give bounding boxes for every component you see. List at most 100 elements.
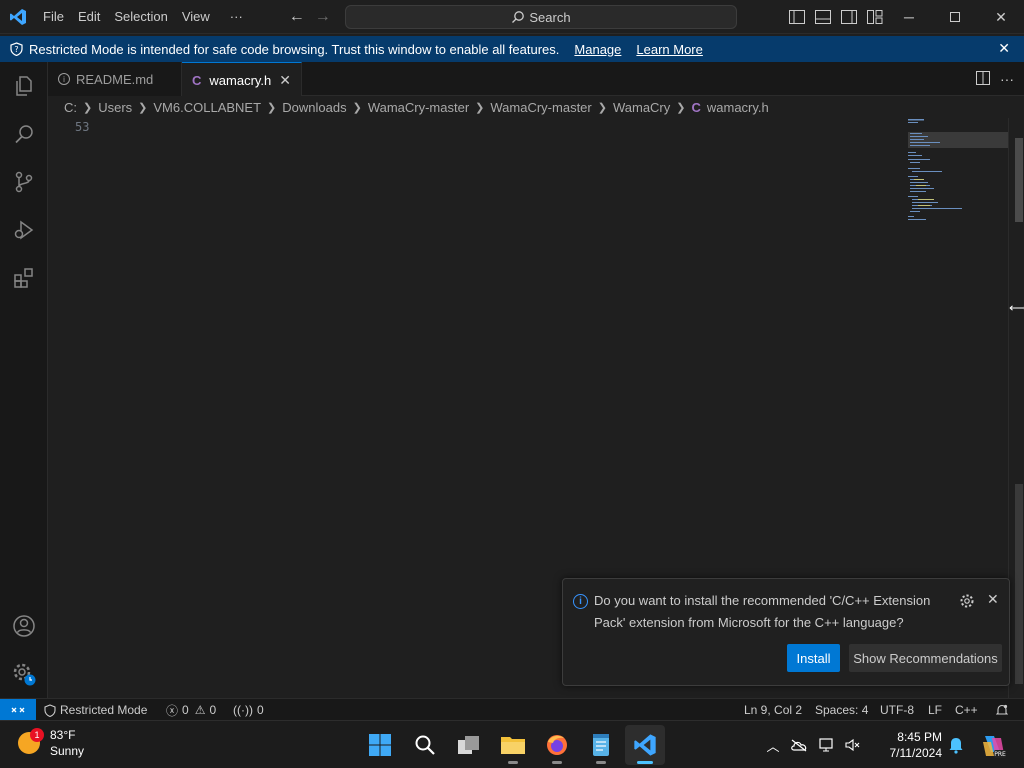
volume-muted-icon[interactable] — [840, 738, 866, 752]
language-mode-status[interactable]: C++ — [955, 699, 978, 721]
broadcast-icon: ((·)) — [233, 703, 253, 717]
taskbar-search-icon[interactable] — [405, 725, 445, 765]
info-icon: i — [573, 594, 588, 609]
minimap[interactable] — [908, 118, 1010, 228]
tab-close-icon[interactable]: ✕ — [279, 72, 291, 89]
system-tray: ︿ — [762, 721, 866, 768]
tab-wamacry-h[interactable]: C wamacry.h ✕ — [182, 62, 302, 97]
restricted-mode-banner: ? Restricted Mode is intended for safe c… — [0, 36, 1024, 62]
cursor-position-status[interactable]: Ln 9, Col 2 — [744, 699, 802, 721]
taskbar-clock[interactable]: 8:45 PM 7/11/2024 — [884, 729, 943, 761]
notifications-bell-icon[interactable] — [996, 699, 1008, 721]
show-recommendations-button[interactable]: Show Recommendations — [849, 644, 1002, 672]
weather-desc: Sunny — [50, 744, 85, 758]
weather-widget[interactable]: 1 83°F Sunny — [18, 727, 84, 759]
vertical-scrollbar[interactable] — [1008, 118, 1024, 698]
error-icon: ⓧ — [166, 703, 179, 718]
split-editor-icon[interactable] — [976, 70, 990, 88]
clock-date: 7/11/2024 — [889, 746, 943, 760]
customize-layout-icon[interactable] — [862, 0, 888, 34]
toggle-panel-icon[interactable] — [810, 0, 836, 34]
network-icon[interactable] — [814, 738, 840, 752]
ports-count: 0 — [256, 703, 264, 717]
extension-recommendation-toast: i Do you want to install the recommended… — [562, 578, 1010, 686]
search-icon — [512, 11, 525, 23]
weather-badge: 1 — [30, 728, 44, 742]
more-actions-icon[interactable]: ··· — [1000, 71, 1014, 87]
forward-arrow-icon[interactable]: → — [310, 0, 336, 34]
run-debug-icon[interactable] — [0, 206, 48, 254]
encoding-status[interactable]: UTF-8 — [880, 699, 914, 721]
chevron-right-icon: ❯ — [597, 101, 607, 114]
info-icon: i — [58, 73, 70, 85]
install-button[interactable]: Install — [787, 644, 840, 672]
vscode-taskbar-icon[interactable] — [625, 725, 665, 765]
menu-more[interactable]: ··· — [223, 0, 250, 34]
weather-temp: 83°F — [50, 728, 76, 742]
warning-icon: ⚠ — [194, 703, 206, 717]
notification-message: Do you want to install the recommended '… — [594, 593, 931, 630]
tab-label: README.md — [76, 71, 154, 87]
resize-cursor-icon: ⟷ — [1009, 300, 1024, 315]
breadcrumb-item[interactable]: Users — [98, 100, 132, 115]
banner-text: Restricted Mode is intended for safe cod… — [29, 41, 560, 57]
banner-close-icon[interactable]: ✕ — [998, 40, 1010, 57]
error-count: 0 — [182, 703, 189, 717]
ports-status[interactable]: ((·)) 0 — [233, 699, 264, 721]
start-button[interactable] — [360, 725, 400, 765]
editor-tab-bar: i README.md C wamacry.h ✕ ··· — [48, 62, 1024, 97]
toggle-secondary-sidebar-icon[interactable] — [836, 0, 862, 34]
breadcrumb-item[interactable]: VM6.COLLABNET — [153, 100, 261, 115]
scrollbar-thumb[interactable] — [1015, 138, 1023, 222]
banner-learn-more-link[interactable]: Learn More — [636, 42, 702, 57]
search-view-icon[interactable] — [0, 110, 48, 158]
menu-file[interactable]: File — [36, 0, 71, 34]
onedrive-icon[interactable] — [784, 738, 814, 752]
notification-bell-icon[interactable] — [948, 736, 964, 757]
restricted-mode-status[interactable]: Restricted Mode — [44, 699, 147, 721]
chevron-right-icon: ❯ — [267, 101, 277, 114]
breadcrumb-item[interactable]: WamaCry-master — [490, 100, 591, 115]
maximize-button[interactable] — [932, 0, 978, 34]
eol-status[interactable]: LF — [928, 699, 942, 721]
scrollbar-track-region[interactable] — [1015, 484, 1023, 684]
breadcrumb-item[interactable]: Downloads — [282, 100, 346, 115]
extensions-icon[interactable] — [0, 254, 48, 302]
menu-selection[interactable]: Selection — [107, 0, 174, 34]
c-file-icon: C — [192, 72, 202, 88]
file-explorer-icon[interactable] — [493, 725, 533, 765]
notification-close-icon[interactable]: ✕ — [987, 591, 999, 608]
sun-icon: 1 — [18, 728, 44, 754]
close-window-button[interactable]: ✕ — [978, 0, 1024, 34]
breadcrumb-item[interactable]: C: — [64, 100, 77, 115]
remote-indicator-button[interactable] — [0, 699, 36, 721]
problems-status[interactable]: ⓧ 0 ⚠ 0 — [166, 699, 216, 721]
task-view-icon[interactable] — [449, 725, 489, 765]
chevron-right-icon: ❯ — [83, 101, 93, 114]
running-indicator — [637, 761, 653, 764]
tab-readme[interactable]: i README.md — [48, 62, 182, 96]
back-arrow-icon[interactable]: ← — [284, 0, 310, 34]
show-hidden-icons-chevron-icon[interactable]: ︿ — [762, 736, 784, 755]
breadcrumb-item[interactable]: WamaCry-master — [368, 100, 469, 115]
chevron-right-icon: ❯ — [352, 101, 362, 114]
banner-manage-link[interactable]: Manage — [574, 42, 621, 57]
breadcrumb-item[interactable]: WamaCry — [613, 100, 670, 115]
accounts-icon[interactable] — [0, 602, 48, 650]
menu-edit[interactable]: Edit — [71, 0, 107, 34]
source-control-icon[interactable] — [0, 158, 48, 206]
toggle-primary-sidebar-icon[interactable] — [784, 0, 810, 34]
running-indicator — [596, 761, 606, 764]
copilot-icon[interactable]: PRE — [980, 732, 1006, 761]
command-center-search[interactable]: Search — [345, 5, 737, 29]
manage-gear-icon[interactable] — [0, 650, 48, 698]
indentation-status[interactable]: Spaces: 4 — [815, 699, 868, 721]
c-file-icon: C — [691, 99, 701, 115]
notepad-icon[interactable] — [581, 725, 621, 765]
minimize-button[interactable]: ─ — [886, 0, 932, 34]
breadcrumb-item-file[interactable]: wamacry.h — [707, 100, 769, 115]
firefox-icon[interactable] — [537, 725, 577, 765]
menu-view[interactable]: View — [175, 0, 217, 34]
explorer-icon[interactable] — [0, 62, 48, 110]
notification-settings-gear-icon[interactable] — [959, 593, 975, 612]
